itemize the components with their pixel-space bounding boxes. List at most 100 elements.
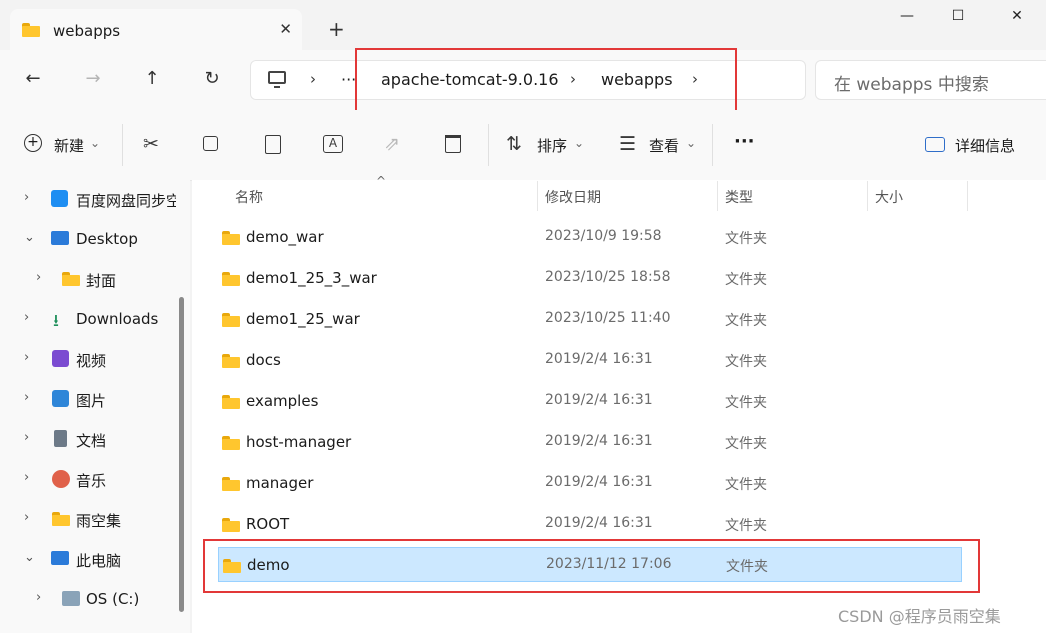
sidebar-item-this-pc[interactable]: ⌄ 此电脑 [0,540,180,580]
refresh-button[interactable]: ↻ [197,68,227,92]
sidebar-item-label: OS (C:) [86,590,140,608]
folder-icon [222,313,240,327]
folder-icon [22,23,40,37]
minimize-button[interactable]: — [884,8,930,32]
details-pane-icon [925,137,945,152]
tab-webapps[interactable]: webapps ✕ [10,9,302,50]
chevron-right-icon[interactable]: › [24,190,29,205]
plus-circle-icon: + [24,134,42,152]
file-name: demo_war [246,228,324,246]
table-row[interactable]: demo_war 2023/10/9 19:58 文件夹 [218,220,962,254]
sort-button[interactable]: 排序 [537,135,567,156]
view-button[interactable]: 查看 [649,135,679,156]
folder-icon [222,436,240,450]
file-name: demo1_25_3_war [246,269,377,287]
address-more-button[interactable]: ··· [341,70,356,89]
table-row[interactable]: demo1_25_war 2023/10/25 11:40 文件夹 [218,302,962,336]
column-divider[interactable] [967,181,968,211]
column-divider[interactable] [717,181,718,211]
chevron-right-icon[interactable]: › [24,350,29,365]
file-name: demo1_25_war [246,310,360,328]
cloud-icon [51,190,68,207]
back-button[interactable]: ← [18,68,48,92]
file-type: 文件夹 [725,313,767,329]
sidebar-item-music[interactable]: › 音乐 [0,460,180,500]
document-icon [54,430,67,447]
sidebar-item-documents[interactable]: › 文档 [0,420,180,460]
new-tab-button[interactable]: + [328,17,345,41]
cut-icon[interactable]: ✂ [143,133,159,155]
sidebar-item-label: 此电脑 [76,552,122,570]
sidebar-item-baidu[interactable]: › 百度网盘同步空间 [0,180,180,220]
copy-icon[interactable] [203,136,218,151]
sidebar-item-downloads[interactable]: › ⭳ Downloads [0,300,180,340]
desktop-icon [51,231,69,245]
column-divider[interactable] [537,181,538,211]
chevron-right-icon[interactable]: › [24,390,29,405]
sidebar-item-desktop[interactable]: ⌄ Desktop [0,220,180,260]
file-date: 2023/10/25 11:40 [545,310,671,326]
file-name: examples [246,392,319,410]
search-input[interactable]: 在 webapps 中搜索 [834,70,989,95]
sidebar-item-cover[interactable]: › 封面 [0,260,180,300]
column-header-type[interactable]: 类型 [725,187,753,207]
paste-icon[interactable] [265,135,281,154]
folder-icon [222,272,240,286]
forward-button[interactable]: → [78,68,108,92]
download-icon: ⭳ [53,311,59,331]
sidebar-item-yukongji[interactable]: › 雨空集 [0,500,180,540]
details-button[interactable]: 详细信息 [955,135,1015,156]
annotation-box-address [355,48,737,112]
toolbar-divider [488,124,489,166]
file-type: 文件夹 [725,272,767,288]
view-lines-icon: ☰ [619,133,637,155]
chevron-right-icon[interactable]: › [24,470,29,485]
rename-icon[interactable]: A [323,135,343,153]
table-row[interactable]: manager 2019/2/4 16:31 文件夹 [218,466,962,500]
table-row[interactable]: examples 2019/2/4 16:31 文件夹 [218,384,962,418]
table-row[interactable]: ROOT 2019/2/4 16:31 文件夹 [218,507,962,541]
sidebar-item-os-c[interactable]: › OS (C:) [0,580,180,620]
share-icon[interactable]: ⇗ [384,133,400,155]
more-options-button[interactable]: ··· [734,131,755,152]
up-button[interactable]: ↑ [137,68,167,92]
sidebar-scrollbar[interactable] [179,297,184,612]
chevron-right-icon[interactable]: › [310,70,316,88]
file-type: 文件夹 [725,436,767,452]
file-date: 2019/2/4 16:31 [545,515,653,531]
folder-icon [222,231,240,245]
toolbar-divider [712,124,713,166]
file-type: 文件夹 [725,518,767,534]
drive-icon [62,591,80,606]
new-button[interactable]: 新建 [54,135,84,156]
music-icon [52,470,70,488]
tab-close-icon[interactable]: ✕ [279,20,292,38]
chevron-right-icon[interactable]: › [36,270,41,285]
table-row[interactable]: docs 2019/2/4 16:31 文件夹 [218,343,962,377]
column-divider[interactable] [867,181,868,211]
sidebar-item-label: Downloads [76,310,159,328]
folder-icon [222,518,240,532]
file-name: ROOT [246,515,290,533]
table-row[interactable]: demo1_25_3_war 2023/10/25 18:58 文件夹 [218,261,962,295]
column-header-name[interactable]: 名称 [235,187,263,207]
table-row[interactable]: host-manager 2019/2/4 16:31 文件夹 [218,425,962,459]
delete-icon[interactable] [445,135,461,153]
chevron-right-icon[interactable]: › [24,510,29,525]
chevron-right-icon[interactable]: › [36,590,41,605]
close-window-button[interactable]: ✕ [994,8,1040,32]
maximize-button[interactable]: ☐ [935,8,981,32]
chevron-down-icon[interactable]: ⌄ [24,550,35,565]
sidebar-item-pictures[interactable]: › 图片 [0,380,180,420]
toolbar-divider [122,124,123,166]
chevron-right-icon[interactable]: › [24,430,29,445]
chevron-right-icon[interactable]: › [24,310,29,325]
chevron-down-icon[interactable]: ⌄ [24,230,35,245]
file-name: docs [246,351,281,369]
sort-icon: ⇅ [506,133,522,155]
column-header-size[interactable]: 大小 [875,187,903,207]
sidebar-item-videos[interactable]: › 视频 [0,340,180,380]
column-header-date[interactable]: 修改日期 [545,187,601,207]
file-name: manager [246,474,314,492]
sidebar-item-label: 音乐 [76,472,107,490]
